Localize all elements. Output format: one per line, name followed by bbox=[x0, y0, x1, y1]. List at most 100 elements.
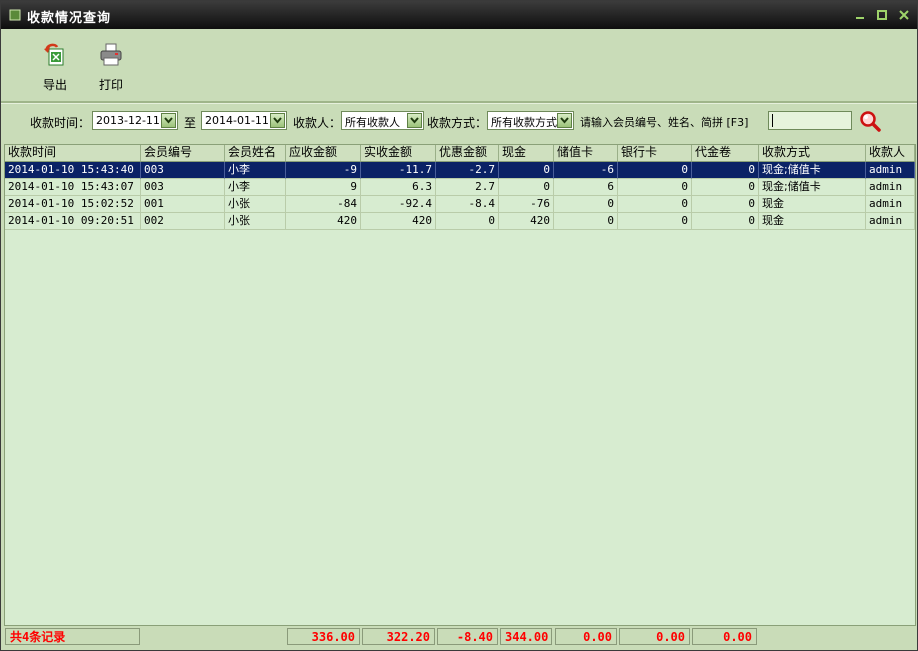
cell-amount-due: 9 bbox=[286, 179, 361, 196]
date-to-dropdown[interactable] bbox=[270, 113, 285, 128]
cell-cash: 0 bbox=[499, 179, 554, 196]
payment-table[interactable]: 收款时间 会员编号 会员姓名 应收金额 实收金额 优惠金额 现金 储值卡 银行卡… bbox=[4, 144, 916, 626]
cell-member-id: 003 bbox=[141, 162, 225, 179]
cell-payee: admin bbox=[866, 162, 915, 179]
total-voucher: 0.00 bbox=[692, 628, 757, 645]
cell-stored-card: 0 bbox=[554, 213, 618, 230]
maximize-icon bbox=[877, 10, 887, 20]
export-label: 导出 bbox=[42, 78, 67, 92]
column-header[interactable]: 现金 bbox=[499, 145, 554, 161]
filter-bar: 收款时间： 2013-12-11 至 2014-01-11 收款人： 所有收款人… bbox=[1, 105, 917, 143]
maximize-button[interactable] bbox=[875, 8, 889, 22]
date-from-value: 2013-12-11 bbox=[96, 114, 160, 127]
export-button[interactable]: 导出 bbox=[31, 41, 79, 97]
payee-dropdown[interactable] bbox=[407, 113, 422, 128]
record-count: 共4条记录 bbox=[5, 628, 140, 645]
search-button[interactable] bbox=[858, 109, 882, 133]
cell-member-name: 小李 bbox=[225, 162, 286, 179]
magnifier-search-icon bbox=[860, 111, 881, 132]
member-search-input[interactable] bbox=[768, 111, 852, 130]
total-discount: -8.40 bbox=[437, 628, 498, 645]
cell-time: 2014-01-10 15:43:40 bbox=[5, 162, 141, 179]
window-icon bbox=[9, 9, 21, 21]
total-bank-card: 0.00 bbox=[619, 628, 690, 645]
column-header[interactable]: 收款方式 bbox=[759, 145, 866, 161]
column-header[interactable]: 银行卡 bbox=[618, 145, 692, 161]
export-excel-icon bbox=[44, 43, 64, 66]
cell-voucher: 0 bbox=[692, 179, 759, 196]
main-window: 收款情况查询 导出 打印 收款时间： 2013-12-11 至 2014-01-… bbox=[0, 0, 918, 651]
cell-stored-card: -6 bbox=[554, 162, 618, 179]
column-header[interactable]: 优惠金额 bbox=[436, 145, 499, 161]
method-value: 所有收款方式 bbox=[491, 116, 557, 129]
cell-amount-due: 420 bbox=[286, 213, 361, 230]
total-amount-due: 336.00 bbox=[287, 628, 360, 645]
toolbar-divider bbox=[1, 101, 917, 104]
cell-payee: admin bbox=[866, 196, 915, 213]
cell-payee: admin bbox=[866, 213, 915, 230]
table-row[interactable]: 2014-01-10 15:43:07 003 小李 9 6.3 2.7 0 6… bbox=[5, 179, 915, 196]
cell-bank-card: 0 bbox=[618, 162, 692, 179]
table-row[interactable]: 2014-01-10 15:02:52 001 小张 -84 -92.4 -8.… bbox=[5, 196, 915, 213]
column-header[interactable]: 储值卡 bbox=[554, 145, 618, 161]
total-stored-card: 0.00 bbox=[555, 628, 617, 645]
table-row[interactable]: 2014-01-10 09:20:51 002 小张 420 420 0 420… bbox=[5, 213, 915, 230]
chevron-down-icon bbox=[410, 117, 419, 124]
column-header[interactable]: 代金卷 bbox=[692, 145, 759, 161]
payee-select[interactable]: 所有收款人 bbox=[341, 111, 424, 130]
method-select[interactable]: 所有收款方式 bbox=[487, 111, 574, 130]
title-bar[interactable]: 收款情况查询 bbox=[1, 1, 917, 29]
column-header[interactable]: 会员编号 bbox=[141, 145, 225, 161]
cell-cash: -76 bbox=[499, 196, 554, 213]
column-header[interactable]: 会员姓名 bbox=[225, 145, 286, 161]
minimize-button[interactable] bbox=[853, 8, 867, 22]
cell-cash: 0 bbox=[499, 162, 554, 179]
cell-voucher: 0 bbox=[692, 196, 759, 213]
total-amount-paid: 322.20 bbox=[362, 628, 435, 645]
date-from-picker[interactable]: 2013-12-11 bbox=[92, 111, 178, 130]
column-header[interactable]: 收款人 bbox=[866, 145, 915, 161]
date-to-picker[interactable]: 2014-01-11 bbox=[201, 111, 287, 130]
close-button[interactable] bbox=[897, 8, 911, 22]
cell-member-id: 003 bbox=[141, 179, 225, 196]
cell-time: 2014-01-10 15:02:52 bbox=[5, 196, 141, 213]
cell-amount-due: -9 bbox=[286, 162, 361, 179]
cell-voucher: 0 bbox=[692, 213, 759, 230]
chevron-down-icon bbox=[560, 117, 569, 124]
cell-bank-card: 0 bbox=[618, 213, 692, 230]
printer-icon bbox=[100, 43, 122, 66]
cell-amount-paid: -11.7 bbox=[361, 162, 436, 179]
cell-voucher: 0 bbox=[692, 162, 759, 179]
cell-discount: 0 bbox=[436, 213, 499, 230]
chevron-down-icon bbox=[273, 117, 282, 124]
cell-discount: 2.7 bbox=[436, 179, 499, 196]
cell-discount: -8.4 bbox=[436, 196, 499, 213]
cell-pay-method: 现金 bbox=[759, 213, 866, 230]
date-from-dropdown[interactable] bbox=[161, 113, 176, 128]
text-caret bbox=[772, 114, 773, 127]
cell-amount-paid: 420 bbox=[361, 213, 436, 230]
cell-pay-method: 现金;储值卡 bbox=[759, 162, 866, 179]
table-row[interactable]: 2014-01-10 15:43:40 003 小李 -9 -11.7 -2.7… bbox=[5, 162, 915, 179]
cell-bank-card: 0 bbox=[618, 179, 692, 196]
column-header[interactable]: 应收金额 bbox=[286, 145, 361, 161]
print-label: 打印 bbox=[98, 78, 123, 92]
table-header: 收款时间 会员编号 会员姓名 应收金额 实收金额 优惠金额 现金 储值卡 银行卡… bbox=[5, 145, 915, 162]
date-to-value: 2014-01-11 bbox=[205, 114, 269, 127]
print-button[interactable]: 打印 bbox=[87, 41, 135, 97]
toolbar: 导出 打印 bbox=[1, 29, 917, 101]
column-header[interactable]: 收款时间 bbox=[5, 145, 141, 161]
cell-pay-method: 现金 bbox=[759, 196, 866, 213]
close-icon bbox=[899, 10, 909, 20]
search-hint-label: 请输入会员编号、姓名、简拼 [F3] bbox=[580, 116, 749, 129]
cell-member-name: 小张 bbox=[225, 196, 286, 213]
cell-amount-due: -84 bbox=[286, 196, 361, 213]
cell-member-id: 002 bbox=[141, 213, 225, 230]
method-dropdown[interactable] bbox=[557, 113, 572, 128]
time-label: 收款时间： bbox=[30, 116, 91, 130]
summary-bar: 共4条记录 336.00 322.20 -8.40 344.00 0.00 0.… bbox=[1, 626, 917, 648]
column-header[interactable]: 实收金额 bbox=[361, 145, 436, 161]
payee-value: 所有收款人 bbox=[345, 116, 400, 129]
cell-member-name: 小张 bbox=[225, 213, 286, 230]
cell-discount: -2.7 bbox=[436, 162, 499, 179]
